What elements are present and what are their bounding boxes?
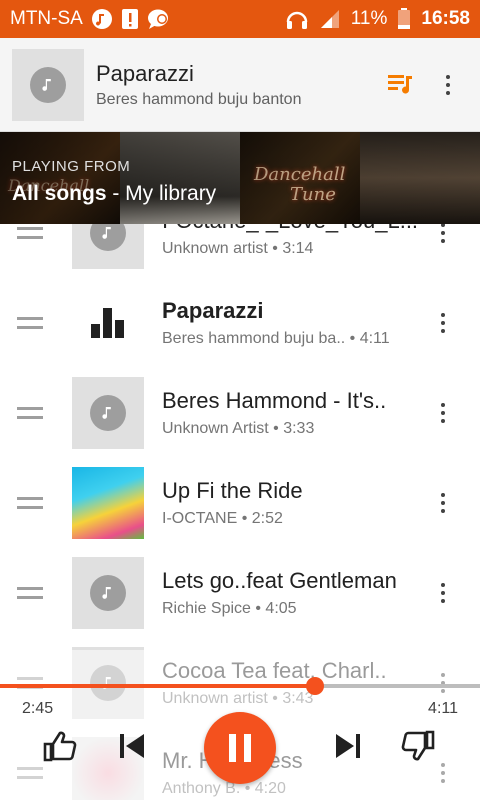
more-vert-icon[interactable] (428, 393, 458, 433)
battery-icon (397, 8, 411, 30)
now-playing-album-art (12, 48, 84, 121)
battery-percent: 11% (350, 8, 388, 29)
drag-handle-icon[interactable] (17, 587, 43, 599)
thumbs-up-icon[interactable] (38, 724, 82, 768)
headset-icon (285, 8, 309, 30)
music-note-icon (91, 8, 113, 30)
player-controls: 2:45 4:11 (0, 672, 480, 800)
drag-handle-icon[interactable] (17, 497, 43, 509)
music-note-icon (30, 66, 66, 103)
album-art (72, 467, 144, 539)
thumbs-down-icon[interactable] (396, 724, 440, 768)
track-subtitle: Beres hammond buju ba.. • 4:11 (162, 330, 390, 347)
track-title: Up Fi the Ride (162, 478, 303, 503)
playing-from-source-location: - My library (106, 182, 217, 205)
more-vert-icon[interactable] (428, 303, 458, 343)
more-vert-icon[interactable] (428, 483, 458, 523)
skip-previous-icon[interactable] (112, 724, 152, 768)
now-playing-artist: Beres hammond buju banton (96, 90, 302, 108)
elapsed-time: 2:45 (22, 700, 54, 717)
queue-music-icon[interactable] (378, 63, 422, 107)
track-subtitle: Unknown Artist • 3:33 (162, 420, 315, 437)
now-playing-title: Paparazzi (96, 60, 194, 86)
seek-bar[interactable] (0, 677, 480, 695)
track-title: Beres Hammond - It's.. (162, 388, 387, 413)
seek-bar-progress (0, 684, 316, 688)
playing-from-label: PLAYING FROM (12, 158, 131, 175)
track-title: Paparazzi (162, 298, 264, 323)
carrier-label: MTN-SA (10, 8, 83, 29)
app-root: MTN-SA 11% 16:58 Paparazzi Beres hammond… (0, 0, 480, 800)
list-item[interactable]: Lets go..feat Gentleman Richie Spice • 4… (0, 548, 480, 638)
track-title: Lets go..feat Gentleman (162, 568, 397, 593)
track-subtitle: Unknown artist • 3:14 (162, 240, 314, 257)
music-note-icon (90, 395, 126, 431)
playing-from-source-name: All songs (12, 182, 107, 205)
skip-next-icon[interactable] (328, 724, 368, 768)
pause-icon (229, 734, 251, 762)
drag-handle-icon[interactable] (17, 227, 43, 239)
album-art (72, 377, 144, 449)
playing-from-source: All songs - My library (12, 182, 216, 206)
track-subtitle: I-OCTANE • 2:52 (162, 510, 283, 527)
more-vert-icon[interactable] (430, 63, 466, 107)
alert-icon (121, 8, 139, 30)
chat-icon (147, 8, 171, 30)
more-vert-icon[interactable] (428, 573, 458, 613)
album-art (72, 557, 144, 629)
clock: 16:58 (421, 8, 470, 29)
now-playing-header[interactable]: Paparazzi Beres hammond buju banton (0, 38, 480, 132)
equalizer-icon (72, 287, 144, 359)
drag-handle-icon[interactable] (17, 407, 43, 419)
playing-from-banner[interactable]: Dancehall Dancehall Tune PLAYING FROM Al… (0, 132, 480, 224)
status-bar: MTN-SA 11% 16:58 (0, 0, 480, 38)
list-item[interactable]: Paparazzi Beres hammond buju ba.. • 4:11 (0, 278, 480, 368)
drag-handle-icon[interactable] (17, 317, 43, 329)
signal-icon (319, 8, 341, 30)
list-item[interactable]: Up Fi the Ride I-OCTANE • 2:52 (0, 458, 480, 548)
seek-bar-thumb[interactable] (306, 677, 325, 695)
music-note-icon (90, 575, 126, 611)
list-item[interactable]: Beres Hammond - It's.. Unknown Artist • … (0, 368, 480, 458)
total-time: 4:11 (428, 700, 458, 717)
track-subtitle: Richie Spice • 4:05 (162, 600, 297, 617)
pause-button[interactable] (204, 712, 276, 784)
